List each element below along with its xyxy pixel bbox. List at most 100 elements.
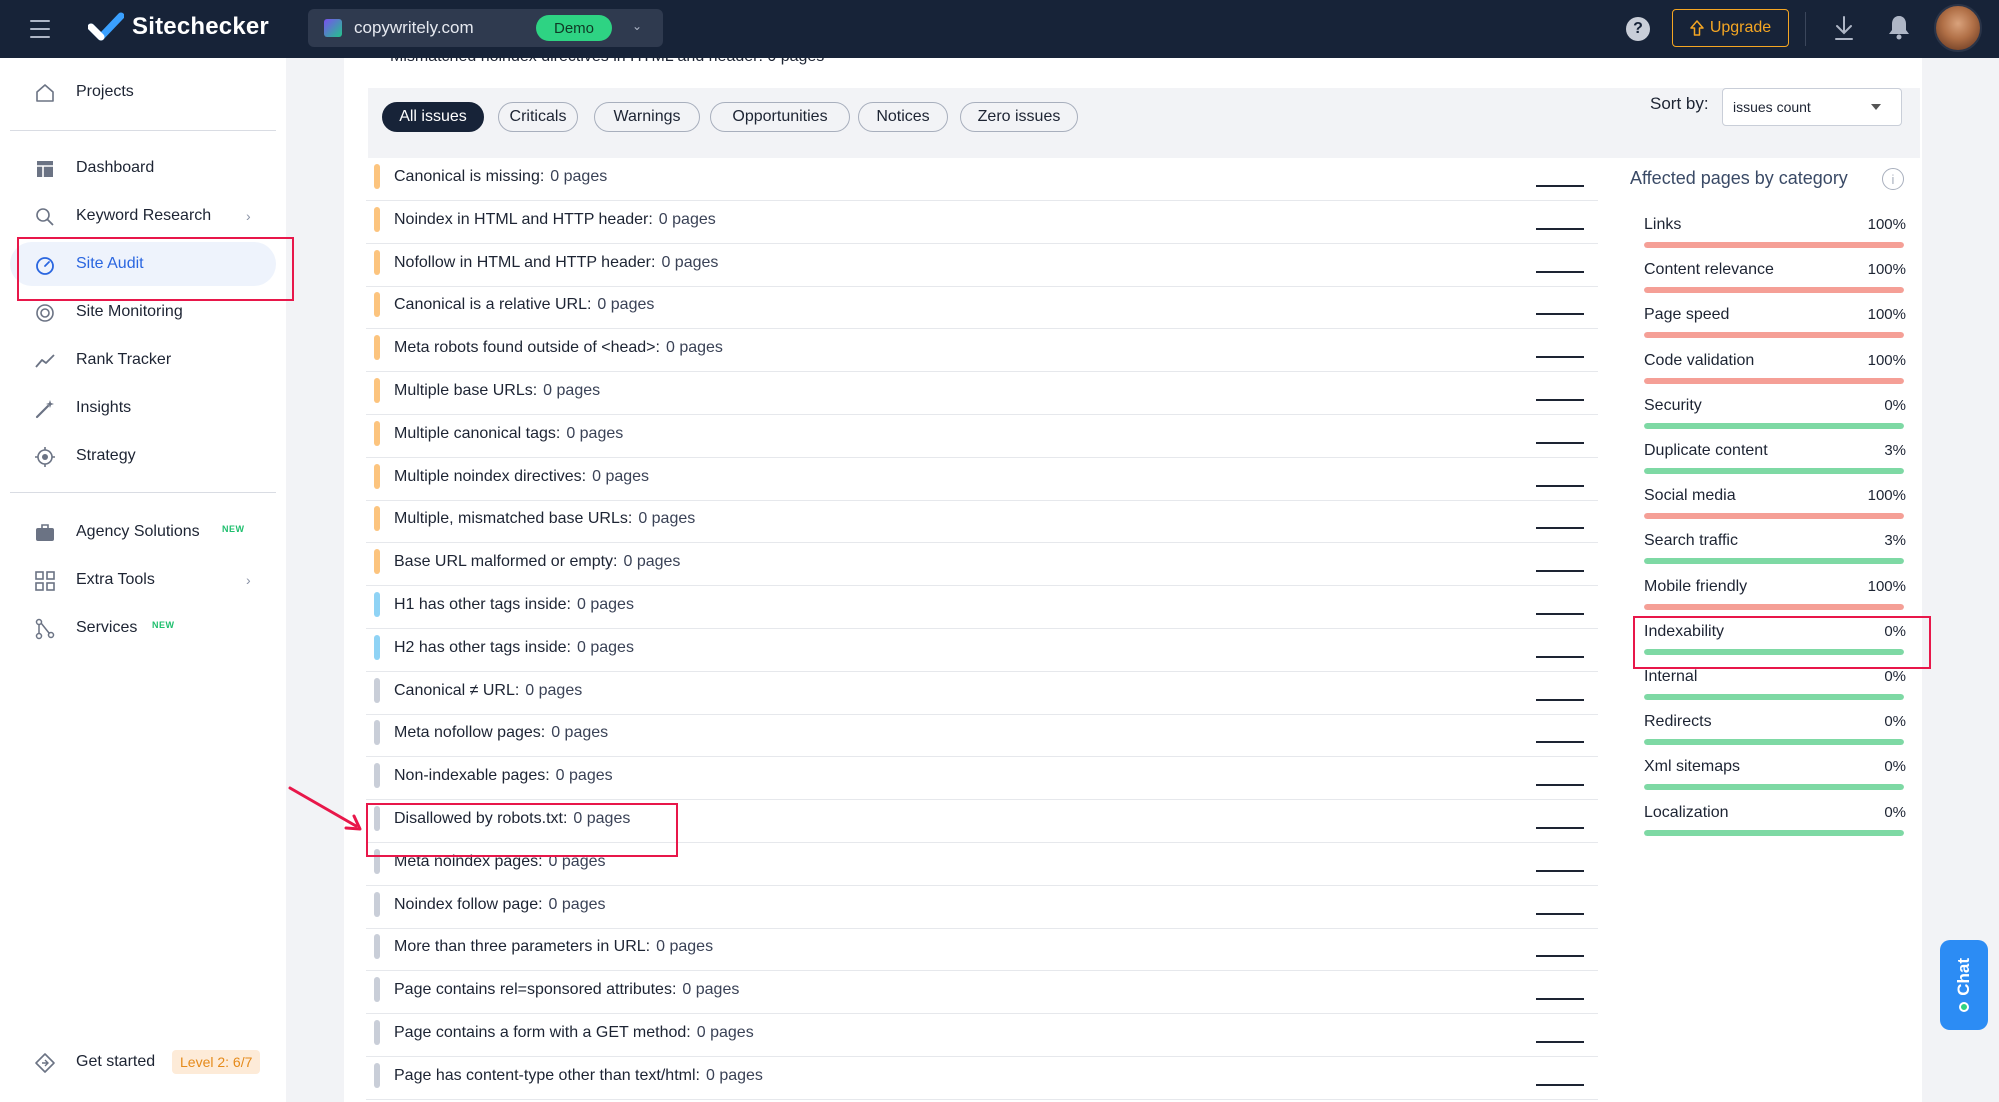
- trend-dash: [1536, 270, 1584, 273]
- category-percent: 0%: [1884, 668, 1906, 685]
- sidebar-item-keyword-research[interactable]: Keyword Research ›: [10, 194, 276, 238]
- filter-chip-criticals[interactable]: Criticals: [498, 102, 578, 132]
- bell-icon[interactable]: [1886, 13, 1912, 41]
- highlight-indexability: [1633, 616, 1931, 669]
- help-icon[interactable]: ?: [1626, 17, 1650, 41]
- issue-label: Multiple canonical tags:: [394, 424, 561, 442]
- filter-chip-notices[interactable]: Notices: [858, 102, 948, 132]
- issue-row[interactable]: Meta robots found outside of <head>: 0 pa…: [366, 329, 1598, 373]
- issue-text: Page has content-type other than text/ht…: [394, 1067, 763, 1085]
- issue-count: 0 pages: [656, 938, 714, 956]
- sidebar-item-label: Dashboard: [76, 159, 155, 176]
- category-name: Security: [1644, 396, 1702, 414]
- issue-row[interactable]: Page has content-type other than text/ht…: [366, 1057, 1598, 1100]
- logo[interactable]: Sitechecker: [88, 12, 269, 42]
- issue-row[interactable]: Meta nofollow pages: 0 pages: [366, 714, 1598, 758]
- category-percent: 0%: [1884, 803, 1906, 821]
- issue-row[interactable]: Canonical is missing: 0 pages: [366, 158, 1598, 201]
- category-item[interactable]: Localization 0%: [1644, 804, 1906, 849]
- sort-select[interactable]: issues count: [1722, 88, 1902, 126]
- highlight-meta-noindex: [366, 803, 678, 857]
- sidebar-item-insights[interactable]: Insights: [10, 386, 276, 430]
- issue-row[interactable]: Multiple, mismatched base URLs: 0 pages: [366, 500, 1598, 544]
- issue-row[interactable]: Page contains a form with a GET method: 0…: [366, 1014, 1598, 1057]
- sidebar-item-strategy[interactable]: Strategy: [10, 434, 276, 478]
- category-item[interactable]: Code validation 100%: [1644, 352, 1906, 397]
- issue-row[interactable]: Noindex follow page: 0 pages: [366, 886, 1598, 929]
- category-item[interactable]: Social media 100%: [1644, 487, 1906, 532]
- sidebar-item-label: Keyword Research: [76, 207, 212, 224]
- issue-label: Multiple noindex directives:: [394, 467, 587, 485]
- sidebar-item-dashboard[interactable]: Dashboard: [10, 146, 276, 190]
- category-item[interactable]: Duplicate content 3%: [1644, 442, 1906, 487]
- issue-row[interactable]: H1 has other tags inside: 0 pages: [366, 586, 1598, 629]
- issue-label: Multiple base URLs:: [394, 382, 538, 399]
- sidebar-item-rank-tracker[interactable]: Rank Tracker: [10, 338, 276, 382]
- filter-chip-zero-issues[interactable]: Zero issues: [960, 102, 1078, 132]
- category-item[interactable]: Security 0%: [1644, 397, 1906, 442]
- issue-row[interactable]: H2 has other tags inside: 0 pages: [366, 629, 1598, 672]
- chat-button[interactable]: Chat: [1940, 940, 1988, 1030]
- severity-indicator: [374, 506, 380, 532]
- category-progress-track: [1644, 377, 1904, 384]
- rank-tracker-icon: [35, 354, 55, 368]
- category-name: Page speed: [1644, 306, 1730, 324]
- category-item[interactable]: Redirects 0%: [1644, 713, 1906, 758]
- issue-text: H1 has other tags inside: 0 pages: [394, 596, 634, 614]
- sidebar-divider: [10, 130, 276, 131]
- filter-chip-all-issues[interactable]: All issues: [382, 102, 484, 132]
- category-item[interactable]: Search traffic 3%: [1644, 532, 1906, 577]
- sidebar-item-projects[interactable]: Projects: [10, 70, 276, 114]
- severity-indicator: [374, 720, 380, 746]
- issue-row[interactable]: Multiple noindex directives: 0 pages: [366, 458, 1598, 501]
- issue-row[interactable]: Multiple base URLs: 0 pages: [366, 372, 1598, 415]
- issue-row[interactable]: Non-indexable pages: 0 pages: [366, 757, 1598, 801]
- issue-row[interactable]: Multiple canonical tags: 0 pages: [366, 415, 1598, 458]
- issue-text: H2 has other tags inside: 0 pages: [394, 639, 634, 657]
- category-item[interactable]: Xml sitemaps 0%: [1644, 758, 1906, 803]
- sidebar-item-agency-solutions[interactable]: Agency Solutions NEW: [10, 510, 276, 554]
- issue-row[interactable]: Page contains rel=sponsored attributes: 0…: [366, 971, 1598, 1015]
- issue-row[interactable]: More than three parameters in URL: 0 page…: [366, 928, 1598, 972]
- category-item[interactable]: Page speed 100%: [1644, 306, 1906, 351]
- category-percent: 100%: [1867, 487, 1906, 505]
- category-percent: 3%: [1884, 532, 1906, 550]
- issue-row-partial[interactable]: Mismatched noindex directives in HTML an…: [366, 58, 1598, 74]
- category-progress-track: [1644, 468, 1904, 474]
- user-avatar[interactable]: [1934, 4, 1982, 52]
- category-progress-fill: [1644, 513, 1904, 520]
- category-item[interactable]: Internal 0%: [1644, 668, 1906, 713]
- upgrade-button[interactable]: Upgrade: [1672, 9, 1789, 47]
- issue-label: Base URL malformed or empty:: [394, 553, 618, 571]
- issue-row[interactable]: Noindex in HTML and HTTP header: 0 pages: [366, 201, 1598, 244]
- project-selector[interactable]: copywritely.com Demo ⌄: [308, 9, 663, 47]
- category-item[interactable]: Content relevance 100%: [1644, 261, 1906, 306]
- category-name: Search traffic: [1644, 532, 1738, 550]
- sidebar-item-services[interactable]: Services NEW: [10, 606, 276, 650]
- menu-icon[interactable]: [30, 20, 50, 38]
- info-icon[interactable]: i: [1882, 168, 1904, 190]
- category-item[interactable]: Links 100%: [1644, 216, 1906, 261]
- issue-row[interactable]: Nofollow in HTML and HTTP header: 0 pages: [366, 244, 1598, 287]
- issue-text: Multiple canonical tags: 0 pages: [394, 425, 623, 443]
- category-name: Social media: [1644, 487, 1736, 505]
- issue-count: 0 pages: [548, 895, 606, 913]
- issue-row[interactable]: Canonical is a relative URL: 0 pages: [366, 286, 1598, 330]
- severity-indicator: [374, 335, 380, 361]
- upgrade-arrow-icon: [1690, 20, 1704, 36]
- category-progress-fill: [1644, 287, 1904, 294]
- issue-row[interactable]: Canonical ≠ URL: 0 pages: [366, 672, 1598, 715]
- issue-row[interactable]: Base URL malformed or empty: 0 pages: [366, 543, 1598, 587]
- filter-chip-warnings[interactable]: Warnings: [594, 102, 700, 132]
- issue-label: Meta robots found outside of <head>:: [394, 339, 660, 357]
- trend-dash: [1536, 441, 1584, 444]
- trend-dash: [1536, 698, 1584, 701]
- trend-dash: [1536, 827, 1584, 829]
- download-icon[interactable]: [1833, 14, 1855, 42]
- category-progress-track: [1644, 829, 1904, 836]
- issue-text: Noindex in HTML and HTTP header: 0 pages: [394, 211, 716, 229]
- issue-label: Page has content-type other than text/ht…: [394, 1066, 700, 1084]
- sidebar-item-label: Strategy: [76, 447, 136, 464]
- sidebar-item-extra-tools[interactable]: Extra Tools ›: [10, 558, 276, 602]
- filter-chip-opportunities[interactable]: Opportunities: [710, 102, 850, 132]
